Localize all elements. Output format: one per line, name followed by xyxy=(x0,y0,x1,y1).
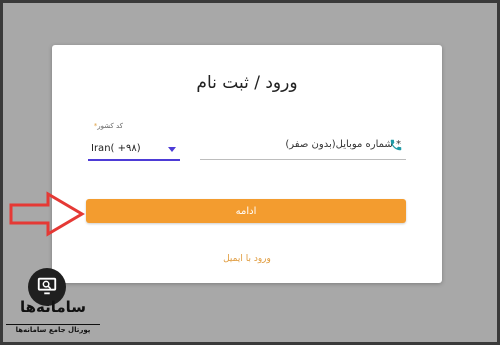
continue-button[interactable]: ادامه xyxy=(86,199,406,223)
watermark-logo: سامانه‌ها پورتال جامع سامانه‌ها xyxy=(6,266,100,340)
page-title: ورود / ثبت نام xyxy=(196,73,298,93)
country-code-label-text: کد کشور xyxy=(97,122,123,130)
watermark-name: سامانه‌ها xyxy=(19,298,87,316)
monitor-search-icon xyxy=(37,277,57,295)
login-card: ورود / ثبت نام کد کشور* Iran( +٩٨) * شما… xyxy=(52,45,442,283)
red-arrow-icon xyxy=(9,191,85,237)
phone-input[interactable]: * شماره موبایل(بدون صفر) xyxy=(200,133,406,160)
phone-placeholder-text: شماره موبایل(بدون صفر) xyxy=(285,139,393,150)
phone-placeholder: * شماره موبایل(بدون صفر) xyxy=(285,139,401,150)
country-code-select[interactable]: Iran( +٩٨) xyxy=(88,139,180,161)
country-code-label: کد کشور* xyxy=(88,122,123,130)
watermark-tagline: پورتال جامع سامانه‌ها xyxy=(6,324,100,334)
country-code-value: Iran( +٩٨) xyxy=(91,143,141,154)
login-with-email-link[interactable]: ورود با ایمیل xyxy=(52,254,442,264)
chevron-down-icon xyxy=(168,147,176,152)
phone-icon xyxy=(390,139,402,151)
